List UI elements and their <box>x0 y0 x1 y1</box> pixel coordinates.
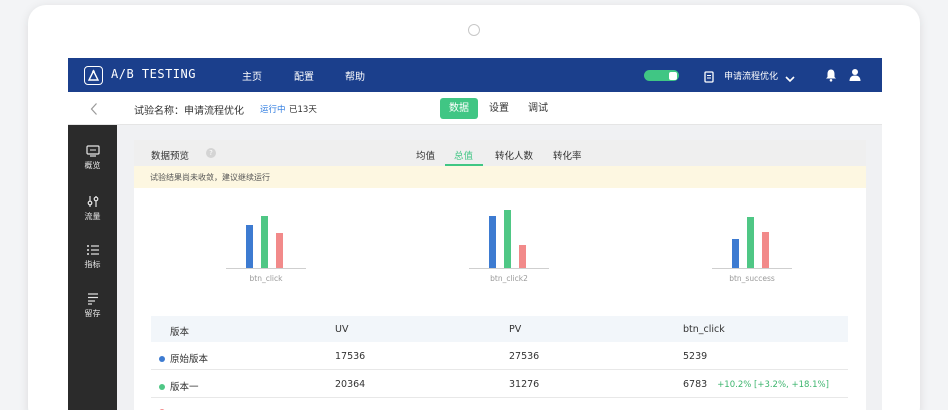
column-header-uv: UV <box>335 324 349 335</box>
chevron-down-icon[interactable] <box>784 69 796 88</box>
monitor-icon <box>85 145 100 157</box>
chart-svg <box>469 210 549 269</box>
camera-icon <box>468 24 480 36</box>
sidebar-item-metrics[interactable]: 指标 <box>68 244 117 270</box>
tab-converted-users[interactable]: 转化人数 <box>495 148 533 162</box>
table-header: 版本 UV PV btn_click <box>151 316 848 342</box>
brand-name: A/B TESTING <box>111 67 196 81</box>
chart-btn-click: btn_click <box>216 210 316 283</box>
btn-click-value: 6783 <box>683 379 708 390</box>
bar-series-3 <box>519 245 526 268</box>
version-cell: 原始版本 <box>159 351 208 365</box>
experiment-title: 试验名称：申请流程优化 <box>134 106 244 117</box>
chart-label: btn_click <box>249 274 283 283</box>
tab-total[interactable]: 总值 <box>454 148 473 162</box>
sidebar-item-traffic[interactable]: 流量 <box>68 195 117 222</box>
series-dot <box>159 384 165 390</box>
tab-settings[interactable]: 设置 <box>480 98 518 119</box>
tab-conversion-rate[interactable]: 转化率 <box>553 148 582 162</box>
chart-label: btn_success <box>729 274 775 283</box>
sidebar-item-retention[interactable]: 留存 <box>68 292 117 319</box>
mode-toggle[interactable] <box>644 70 679 81</box>
tab-data[interactable]: 数据 <box>440 98 478 119</box>
btn-click-cell: 6783 +10.2% [+3.2%, +18.1%] <box>683 379 829 390</box>
series-dot <box>159 356 165 362</box>
back-arrow-icon[interactable] <box>90 101 98 120</box>
convergence-warning: 试验结果尚未收敛，建议继续运行 <box>134 166 866 188</box>
chart-btn-click2: btn_click2 <box>459 210 559 283</box>
experiment-selector[interactable]: 申请流程优化 <box>724 69 778 82</box>
column-header-pv: PV <box>509 324 522 335</box>
lift-delta: +10.2% [+3.2%, +18.1%] <box>717 380 829 390</box>
running-days: 已13天 <box>289 105 317 115</box>
tab-debug[interactable]: 调试 <box>519 98 557 119</box>
bell-icon[interactable] <box>825 67 837 86</box>
chart-btn-success: btn_success <box>702 210 802 283</box>
list-icon <box>86 245 99 255</box>
traffic-icon <box>87 196 98 207</box>
btn-click-value: 5239 <box>683 351 708 362</box>
experiment-header: 试验名称：申请流程优化 运行中 已13天 数据 设置 调试 <box>68 92 882 125</box>
nav-help[interactable]: 帮助 <box>345 68 365 83</box>
bar-series-3 <box>276 233 283 268</box>
data-preview-panel: 数据预览 ? 均值 总值 转化人数 转化率 试验结果尚未收敛，建议继续运行 bt… <box>134 140 866 410</box>
bar-series-2 <box>261 216 268 268</box>
sidebar-item-label: 留存 <box>84 309 101 318</box>
bar-series-3 <box>762 232 769 268</box>
pv-cell: 27536 <box>509 351 540 362</box>
retention-icon <box>87 293 98 305</box>
chart-label: btn_click2 <box>490 274 528 283</box>
table-row <box>151 398 848 410</box>
version-name: 版本一 <box>170 382 199 393</box>
nav-config[interactable]: 配置 <box>294 68 314 83</box>
sidebar: 概览 流量 指标 留存 <box>68 125 117 410</box>
sidebar-item-label: 流量 <box>84 212 101 221</box>
experiment-icon <box>704 68 714 87</box>
sidebar-item-label: 指标 <box>84 260 101 269</box>
top-navigation-bar: A/B TESTING 主页 配置 帮助 申请流程优化 <box>68 58 882 92</box>
bar-series-1 <box>246 225 253 268</box>
table-row: 原始版本 17536 27536 5239 <box>151 342 848 370</box>
column-header-btn-click: btn_click <box>683 324 725 335</box>
user-icon[interactable] <box>849 67 861 86</box>
panel-header: 数据预览 ? 均值 总值 转化人数 转化率 <box>134 140 866 166</box>
chart-svg <box>712 217 792 269</box>
version-cell: 版本一 <box>159 379 199 393</box>
tab-mean[interactable]: 均值 <box>416 148 435 162</box>
panel-title: 数据预览 <box>151 151 190 162</box>
app-screen: A/B TESTING 主页 配置 帮助 申请流程优化 试验名称：申请流程优化 … <box>68 58 882 410</box>
bar-series-2 <box>747 217 754 268</box>
table-row: 版本一 20364 31276 6783 +10.2% [+3.2%, +18.1… <box>151 370 848 398</box>
uv-cell: 20364 <box>335 379 366 390</box>
pv-cell: 31276 <box>509 379 540 390</box>
bar-series-1 <box>489 216 496 268</box>
status-badge: 运行中 <box>260 105 286 115</box>
chart-svg <box>226 216 306 269</box>
toggle-knob <box>669 71 677 80</box>
bar-series-1 <box>732 239 739 268</box>
btn-click-cell: 5239 <box>683 351 707 362</box>
uv-cell: 17536 <box>335 351 366 362</box>
bar-series-2 <box>504 210 511 268</box>
logo-icon <box>84 66 103 85</box>
version-name: 原始版本 <box>170 354 209 365</box>
help-icon[interactable]: ? <box>206 148 216 158</box>
sidebar-item-overview[interactable]: 概览 <box>68 145 117 171</box>
sidebar-item-label: 概览 <box>84 161 101 170</box>
column-header-version: 版本 <box>170 327 190 338</box>
nav-home[interactable]: 主页 <box>242 68 262 83</box>
